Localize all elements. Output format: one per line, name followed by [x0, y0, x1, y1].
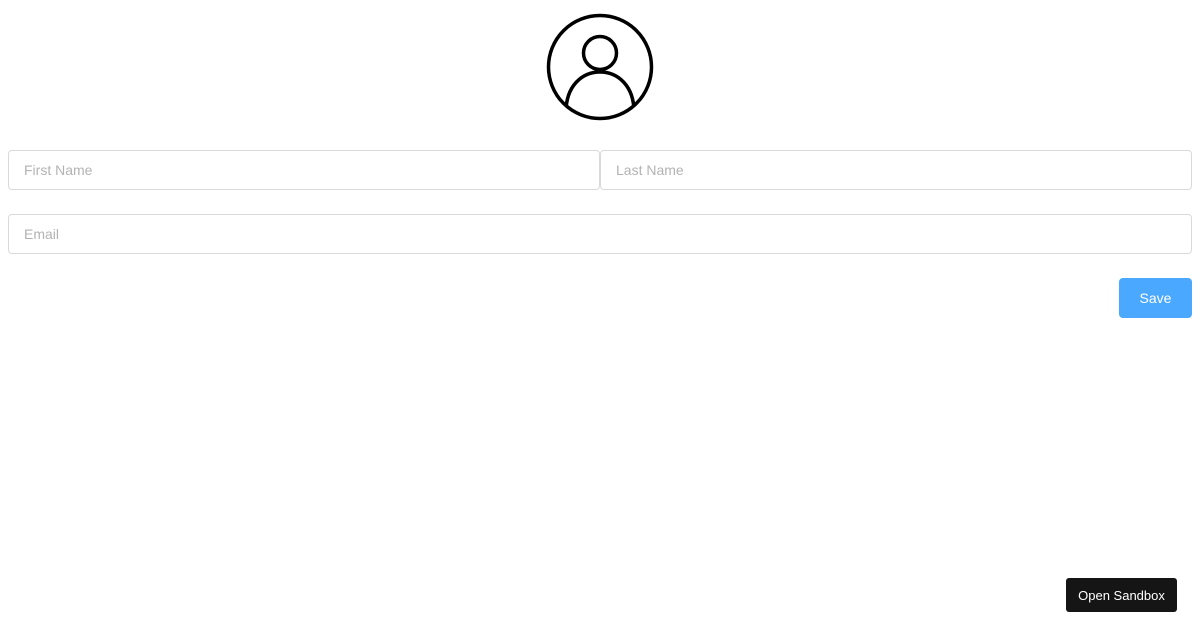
profile-page: Save Open Sandbox: [0, 0, 1200, 630]
save-button[interactable]: Save: [1119, 278, 1192, 318]
user-avatar-icon: [545, 12, 655, 122]
last-name-input[interactable]: [600, 150, 1192, 190]
first-name-input[interactable]: [8, 150, 600, 190]
user-circle-icon: [546, 13, 654, 121]
email-field-row: [8, 214, 1192, 254]
open-sandbox-button[interactable]: Open Sandbox: [1066, 578, 1177, 612]
email-input[interactable]: [8, 214, 1192, 254]
name-fields-row: [8, 150, 1192, 190]
